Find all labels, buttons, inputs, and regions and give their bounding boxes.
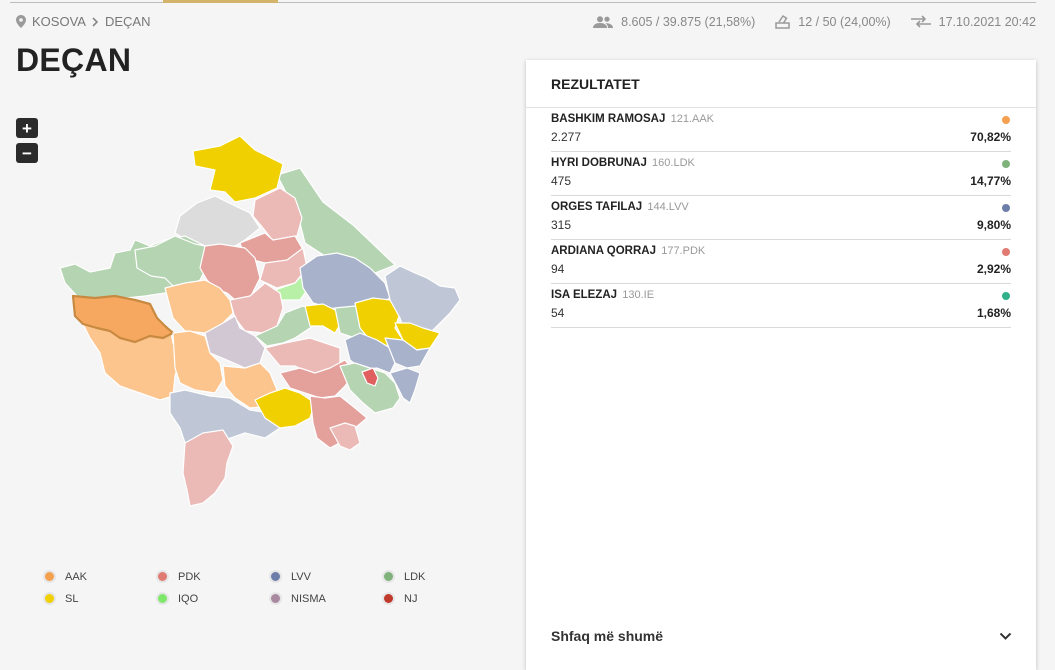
party-color-dot [1002,204,1010,212]
map-region-pdk-light-south[interactable] [182,429,234,507]
stats-bar: 8.605 / 39.875 (21,58%) 12 / 50 (24,00%)… [573,14,1036,29]
zoom-out-button[interactable]: − [16,143,38,163]
page-title: DEÇAN [16,42,132,78]
map-legend: AAK PDK LVV LDK SL IQO NISMA NJ [43,570,495,605]
legend-dot [269,592,282,605]
legend-label: AAK [65,570,88,583]
candidate-name-line: ORGES TAFILAJ 144.LVV [551,201,689,213]
sync-arrows-icon [910,15,931,28]
legend-dot [156,592,169,605]
legend-item: NJ [382,592,495,605]
legend-dot [269,570,282,583]
results-panel: REZULTATET BASHKIM RAMOSAJ 121.AAK 2.277… [526,60,1036,670]
candidate-name-line: ARDIANA QORRAJ 177.PDK [551,245,705,257]
show-more-button[interactable]: Shfaq më shumë [551,628,1012,644]
candidate-percent: 14,77% [970,174,1011,188]
result-row[interactable]: BASHKIM RAMOSAJ 121.AAK 2.277 70,82% [551,108,1011,152]
legend-dot [43,592,56,605]
candidate-percent: 1,68% [976,306,1011,320]
candidate-votes: 94 [551,262,565,276]
legend-item: LVV [269,570,382,583]
candidate-name: ISA ELEZAJ [551,289,618,301]
breadcrumb: KOSOVA DEÇAN [16,14,150,29]
party-color-dot [1002,160,1010,168]
people-icon [593,15,614,28]
candidate-name: ORGES TAFILAJ [551,201,643,213]
breadcrumb-current: DEÇAN [104,14,151,29]
legend-item: PDK [156,570,269,583]
legend-item: AAK [43,570,156,583]
legend-label: LVV [291,570,311,583]
party-color-dot [1002,116,1010,124]
legend-label: SL [65,592,79,605]
updated-value: 17.10.2021 20:42 [938,14,1036,29]
active-tab-indicator [163,0,278,3]
legend-item: SL [43,592,156,605]
candidate-percent: 70,82% [970,130,1011,144]
legend-item: IQO [156,592,269,605]
results-list: BASHKIM RAMOSAJ 121.AAK 2.277 70,82% HYR… [526,108,1036,328]
candidate-percent: 9,80% [976,218,1011,232]
result-row[interactable]: ORGES TAFILAJ 144.LVV 315 9,80% [551,196,1011,240]
candidate-name-line: HYRI DOBRUNAJ 160.LDK [551,157,695,169]
legend-dot [156,570,169,583]
candidate-party: 121.AAK [670,113,714,125]
candidate-name: BASHKIM RAMOSAJ [551,113,666,125]
candidate-votes: 54 [551,306,565,320]
legend-label: NISMA [291,592,326,605]
candidate-name: HYRI DOBRUNAJ [551,157,647,169]
result-row[interactable]: ISA ELEZAJ 130.IE 54 1,68% [551,284,1011,328]
updated-stat: 17.10.2021 20:42 [910,14,1036,29]
result-row[interactable]: HYRI DOBRUNAJ 160.LDK 475 14,77% [551,152,1011,196]
candidate-party: 144.LVV [647,201,689,213]
legend-dot [382,592,395,605]
candidate-votes: 475 [551,174,572,188]
kosovo-results-map [59,135,461,507]
candidate-votes: 315 [551,218,572,232]
party-color-dot [1002,248,1010,256]
legend-item: LDK [382,570,495,583]
turnout-stat: 8.605 / 39.875 (21,58%) [593,15,755,29]
breadcrumb-root[interactable]: KOSOVA [32,14,86,29]
results-panel-title: REZULTATET [526,60,1036,108]
zoom-in-button[interactable]: + [16,118,38,138]
candidate-party: 130.IE [622,289,655,301]
legend-dot [43,570,56,583]
legend-label: LDK [404,570,426,583]
result-row[interactable]: ARDIANA QORRAJ 177.PDK 94 2,92% [551,240,1011,284]
candidate-party: 160.LDK [652,157,695,169]
candidate-percent: 2,92% [976,262,1011,276]
legend-label: PDK [178,570,201,583]
candidate-name-line: BASHKIM RAMOSAJ 121.AAK [551,113,714,125]
legend-dot [382,570,395,583]
show-more-label: Shfaq më shumë [551,628,664,644]
legend-label: IQO [178,592,199,605]
candidate-votes: 2.277 [551,130,582,144]
map-region-sl-north[interactable] [192,135,284,203]
candidate-name: ARDIANA QORRAJ [551,245,656,257]
location-pin-icon [16,15,26,28]
legend-item: NISMA [269,592,382,605]
stations-stat: 12 / 50 (24,00%) [775,14,891,29]
ballot-box-icon [775,14,790,29]
chevron-right-icon [92,16,99,27]
chevron-down-icon [999,628,1012,644]
party-color-dot [1002,292,1010,300]
turnout-value: 8.605 / 39.875 (21,58%) [621,14,756,29]
candidate-name-line: ISA ELEZAJ 130.IE [551,289,654,301]
legend-label: NJ [404,592,418,605]
stations-value: 12 / 50 (24,00%) [798,14,891,29]
candidate-party: 177.PDK [661,245,706,257]
